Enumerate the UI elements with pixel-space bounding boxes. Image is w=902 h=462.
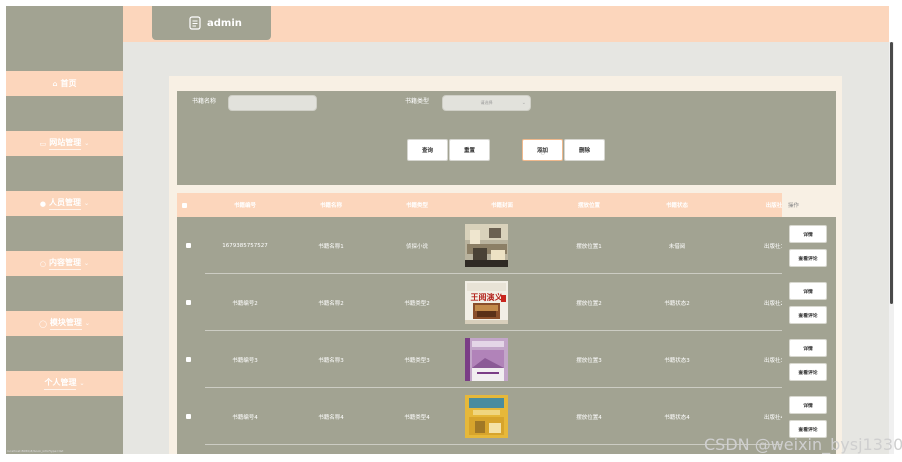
cell-book-type: 书籍类型2 — [404, 300, 430, 307]
cell-book-type: 书籍类型3 — [404, 357, 430, 364]
book-table: 书籍编号 书籍名称 书籍类型 书籍封面 摆放位置 书籍状态 出版社 操作 167… — [177, 193, 836, 454]
chevron-down-icon: ⌄ — [84, 200, 90, 207]
chevron-down-icon: ⌄ — [84, 320, 90, 327]
cell-book-id: 书籍编号4 — [232, 414, 258, 421]
book-type-placeholder: 请选择 — [480, 100, 493, 105]
sidebar-item-label: 个人管理 — [44, 377, 77, 390]
sidebar-item-home[interactable]: ⌂ 首页 — [6, 71, 123, 96]
book-name-label: 书籍名称 — [192, 98, 217, 105]
view-comments-button[interactable]: 查看评论 — [789, 306, 827, 324]
detail-button[interactable]: 详情 — [789, 225, 827, 243]
sidebar-item-content-management[interactable]: ○ 内容管理 ⌄ — [6, 251, 123, 276]
select-all-checkbox[interactable] — [182, 203, 187, 208]
table-header: 书籍编号 书籍名称 书籍类型 书籍封面 摆放位置 书籍状态 出版社 操作 — [177, 193, 836, 217]
col-location: 摆放位置 — [577, 203, 600, 209]
monitor-icon: ▭ — [39, 139, 47, 148]
sidebar-item-site-management[interactable]: ▭ 网站管理 ⌄ — [6, 131, 123, 156]
cell-book-name: 书籍名称4 — [318, 414, 344, 421]
cell-book-name: 书籍名称1 — [318, 243, 344, 250]
col-book-cover: 书籍封面 — [490, 203, 513, 209]
row-actions: 详情 查看评论 — [782, 217, 836, 274]
view-comments-button[interactable]: 查看评论 — [789, 363, 827, 381]
module-icon: ◯ — [39, 319, 47, 328]
cell-book-id: 1679385757527 — [222, 242, 268, 249]
scrollbar-thumb[interactable] — [890, 42, 893, 304]
cell-location: 摆放位置3 — [576, 357, 602, 364]
row-checkbox[interactable] — [186, 414, 191, 419]
sidebar-item-label: 网站管理 — [49, 137, 82, 150]
table-row: 书籍编号2 书籍名称2 书籍类型2 王阅演义 摆放位置2 书籍状态2 出版社2 … — [177, 274, 836, 331]
cell-book-name: 书籍名称2 — [318, 300, 344, 307]
sidebar-item-label: 内容管理 — [49, 257, 82, 270]
detail-button[interactable]: 详情 — [789, 282, 827, 300]
mouse-cursor-icon: ☜ — [538, 148, 546, 157]
content-icon: ○ — [39, 259, 47, 268]
chevron-down-icon: ⌄ — [521, 100, 526, 106]
view-comments-button[interactable]: 查看评论 — [789, 249, 827, 267]
sidebar-item-label: 人员管理 — [49, 197, 82, 210]
cell-book-type: 侦探小说 — [405, 243, 428, 250]
scrollbar[interactable] — [889, 42, 894, 454]
row-checkbox[interactable] — [186, 300, 191, 305]
cell-location: 摆放位置4 — [576, 414, 602, 421]
row-actions: 详情 查看评论 — [782, 274, 836, 331]
book-type-label: 书籍类型 — [405, 98, 430, 105]
sidebar-item-people-management[interactable]: ● 人员管理 ⌄ — [6, 191, 123, 216]
user-icon: ● — [39, 199, 47, 208]
detail-button[interactable]: 详情 — [789, 396, 827, 414]
sidebar-item-label: 首页 — [60, 79, 77, 88]
sidebar: ⌂ 首页 ▭ 网站管理 ⌄ ● 人员管理 ⌄ ○ 内容管理 ⌄ ◯ 模块管理 ⌄… — [6, 6, 123, 454]
status-url: localhost:8080/#/book_info?type=list — [7, 449, 64, 453]
col-book-id: 书籍编号 — [233, 203, 256, 209]
chevron-down-icon: ⌄ — [84, 260, 90, 267]
row-checkbox[interactable] — [186, 243, 191, 248]
col-status: 书籍状态 — [665, 203, 688, 209]
book-type-select[interactable]: 请选择 ⌄ — [442, 95, 531, 111]
table-row: 书籍编号3 书籍名称3 书籍类型3 摆放位置3 书籍状态3 出版社3 详情 查看… — [177, 331, 836, 388]
book-name-input[interactable] — [228, 95, 317, 111]
svg-text:王阅演义: 王阅演义 — [471, 292, 504, 302]
cell-book-type: 书籍类型4 — [404, 414, 430, 421]
col-actions: 操作 — [782, 193, 836, 217]
book-cover-image — [465, 338, 508, 381]
book-cover-image — [465, 224, 508, 267]
reset-button[interactable]: 重置 — [449, 139, 490, 161]
book-cover-image — [465, 395, 508, 438]
username: admin — [207, 17, 242, 29]
delete-button[interactable]: 删除 — [564, 139, 605, 161]
col-book-name: 书籍名称 — [319, 203, 342, 209]
cell-status: 书籍状态3 — [664, 357, 690, 364]
query-button[interactable]: 查询 — [407, 139, 448, 161]
table-row: 1679385757527 书籍名称1 侦探小说 摆放位置1 未借阅 出版社1 … — [177, 217, 836, 274]
book-cover-image: 王阅演义 — [465, 281, 508, 324]
sidebar-item-label: 模块管理 — [49, 317, 82, 330]
home-icon: ⌂ — [52, 79, 58, 88]
chevron-down-icon: ⌄ — [79, 380, 85, 387]
watermark: CSDN @weixin_bysj1330 — [704, 435, 902, 454]
cell-location: 摆放位置2 — [576, 300, 602, 307]
top-header: admin — [123, 6, 889, 42]
sidebar-item-module-management[interactable]: ◯ 模块管理 ⌄ — [6, 311, 123, 336]
row-checkbox[interactable] — [186, 357, 191, 362]
row-actions: 详情 查看评论 — [782, 331, 836, 388]
cell-book-name: 书籍名称3 — [318, 357, 344, 364]
cell-book-id: 书籍编号2 — [232, 300, 258, 307]
cell-book-id: 书籍编号3 — [232, 357, 258, 364]
detail-button[interactable]: 详情 — [789, 339, 827, 357]
col-book-type: 书籍类型 — [405, 203, 428, 209]
cell-location: 摆放位置1 — [576, 243, 602, 250]
user-menu[interactable]: admin — [152, 6, 271, 40]
cell-status: 书籍状态2 — [664, 300, 690, 307]
document-icon — [189, 16, 201, 30]
cell-status: 未借阅 — [668, 243, 686, 250]
search-form: 书籍名称 书籍类型 请选择 ⌄ 查询 重置 添加 删除 ☜ — [177, 91, 836, 185]
sidebar-item-personal-management[interactable]: 个人管理 ⌄ — [6, 371, 123, 396]
chevron-down-icon: ⌄ — [84, 140, 90, 147]
